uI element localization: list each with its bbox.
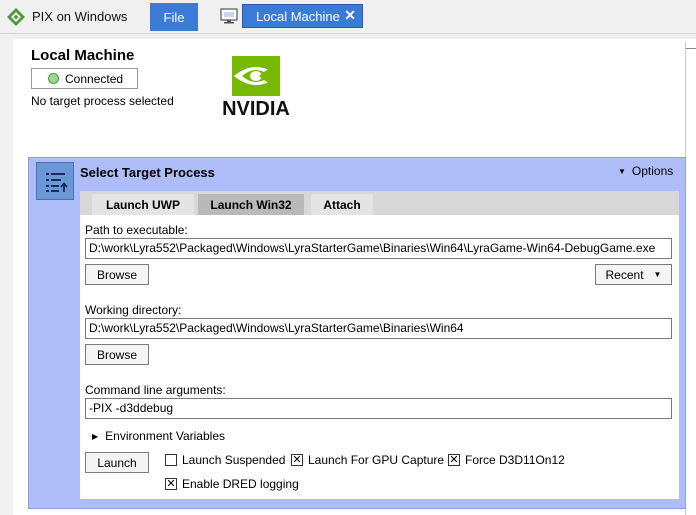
recent-dropdown[interactable]: Recent ▼ [595,264,672,285]
connection-status-badge[interactable]: Connected [31,68,138,89]
chevron-right-icon: ▶ [92,432,99,441]
workdir-label: Working directory: [85,303,182,317]
environment-variables-expander[interactable]: ▶ Environment Variables [92,429,225,443]
checkbox-label: Launch Suspended [182,453,286,467]
target-process-info: No target process selected [31,94,174,108]
args-input[interactable]: -PIX -d3ddebug [85,398,672,419]
checkbox-label: Enable DRED logging [182,477,299,491]
tab-launch-uwp[interactable]: Launch UWP [92,194,194,215]
checkbox-box: ✕ [165,478,177,490]
force-d3d11on12-checkbox[interactable]: ✕ Force D3D11On12 [448,453,565,467]
app-title: PIX on Windows [32,9,128,24]
options-label: Options [631,164,674,178]
checkbox-box [165,454,177,466]
file-menu-button[interactable]: File [150,3,198,31]
target-process-icon-box [36,162,74,200]
tab-attach[interactable]: Attach [311,194,373,215]
checkbox-box: ✕ [448,454,460,466]
nvidia-logo: NVIDIA [222,56,290,118]
workdir-input[interactable]: D:\work\Lyra552\Packaged\Windows\LyraSta… [85,318,672,339]
close-icon[interactable]: ✕ [344,7,356,24]
launch-gpu-capture-checkbox[interactable]: ✕ Launch For GPU Capture [291,453,444,467]
nvidia-wordmark: NVIDIA [222,98,290,118]
panel-title: Select Target Process [80,165,215,180]
args-label: Command line arguments: [85,383,226,397]
tab-local-machine-label: Local Machine [256,9,340,24]
status-dot-icon [48,73,59,84]
options-caret-icon: ▼ [618,167,626,176]
connection-status-label: Connected [65,72,124,86]
right-divider-tick [686,48,696,49]
options-button[interactable]: ▼ Options [618,164,673,178]
monitor-icon[interactable] [220,7,238,25]
checkbox-label: Force D3D11On12 [465,453,565,467]
launch-suspended-checkbox[interactable]: Launch Suspended [165,453,285,467]
checkbox-label: Launch For GPU Capture [308,453,445,467]
process-list-icon [46,173,68,192]
environment-variables-label: Environment Variables [105,429,225,443]
enable-dred-logging-checkbox[interactable]: ✕ Enable DRED logging [165,477,299,491]
path-input[interactable]: D:\work\Lyra552\Packaged\Windows\LyraSta… [85,238,672,259]
path-label: Path to executable: [85,223,188,237]
browse-executable-button[interactable]: Browse [85,264,149,285]
pix-app-icon [7,8,25,26]
title-bar: PIX on Windows File Local Machine ✕ [0,0,696,34]
machine-title: Local Machine [31,47,135,64]
chevron-down-icon: ▼ [653,270,662,279]
browse-workdir-button[interactable]: Browse [85,344,149,365]
tab-launch-win32[interactable]: Launch Win32 [198,194,304,215]
launch-button[interactable]: Launch [85,452,149,473]
tab-local-machine[interactable]: Local Machine ✕ [242,4,363,28]
checkbox-box: ✕ [291,454,303,466]
recent-label: Recent [605,267,644,282]
